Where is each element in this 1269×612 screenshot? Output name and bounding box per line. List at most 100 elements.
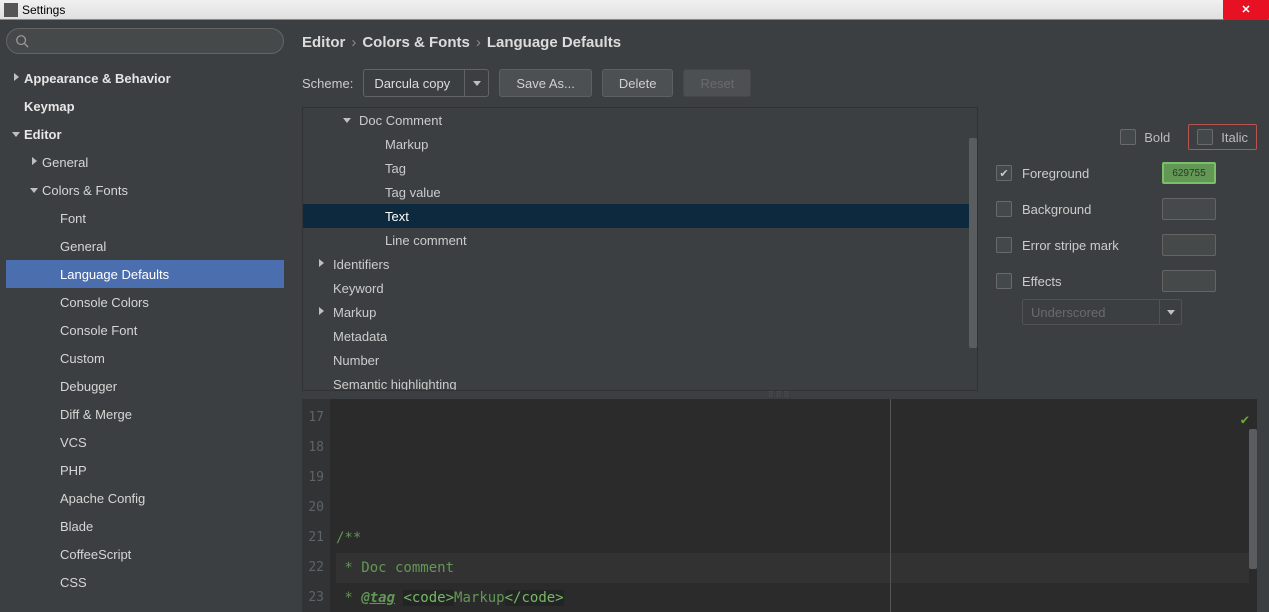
attr-item-keyword[interactable]: Keyword	[303, 276, 977, 300]
code-line: /**	[336, 523, 1249, 553]
attr-item-metadata[interactable]: Metadata	[303, 324, 977, 348]
effects-type-combo[interactable]: Underscored	[1022, 299, 1182, 325]
italic-highlight: Italic	[1188, 124, 1257, 150]
code-scrollbar-thumb[interactable]	[1249, 429, 1257, 569]
attr-item-identifiers[interactable]: Identifiers	[303, 252, 977, 276]
attr-item-semantic-highlighting[interactable]: Semantic highlighting	[303, 372, 977, 390]
tree-label: Editor	[24, 127, 62, 142]
search-icon	[15, 34, 29, 48]
chevron-down-icon	[339, 115, 355, 126]
line-number: 17	[302, 403, 324, 433]
foreground-color-swatch[interactable]: 629755	[1162, 162, 1216, 184]
attr-item-tag-value[interactable]: Tag value	[303, 180, 977, 204]
settings-tree: Appearance & Behavior Keymap Editor General…	[6, 64, 284, 612]
effects-checkbox[interactable]	[996, 273, 1012, 289]
bold-checkbox[interactable]	[1120, 129, 1136, 145]
tree-label: General	[42, 155, 88, 170]
background-checkbox[interactable]	[996, 201, 1012, 217]
attr-label: Markup	[385, 137, 428, 152]
sidebar-item-vcs[interactable]: VCS	[6, 428, 284, 456]
line-number: 19	[302, 463, 324, 493]
sidebar-item-coffeescript[interactable]: CoffeeScript	[6, 540, 284, 568]
sidebar-item-console-colors[interactable]: Console Colors	[6, 288, 284, 316]
tree-label: PHP	[60, 463, 87, 478]
italic-checkbox[interactable]	[1197, 129, 1213, 145]
tree-label: Apache Config	[60, 491, 145, 506]
attr-item-doc-comment[interactable]: Doc Comment	[303, 108, 977, 132]
effects-color-swatch[interactable]	[1162, 270, 1216, 292]
attr-label: Line comment	[385, 233, 467, 248]
attr-label: Metadata	[333, 329, 387, 344]
sidebar-item-editor[interactable]: Editor	[6, 120, 284, 148]
foreground-label: Foreground	[1022, 166, 1152, 181]
sidebar-item-language-defaults[interactable]: Language Defaults	[6, 260, 284, 288]
line-number: 21	[302, 523, 324, 553]
foreground-checkbox[interactable]	[996, 165, 1012, 181]
attr-item-text[interactable]: Text	[303, 204, 977, 228]
breadcrumb-langdefaults: Language Defaults	[487, 34, 621, 51]
close-button[interactable]: ✕	[1223, 0, 1269, 20]
code-lines[interactable]: ✔ /** * Doc comment * @tag <code>Markup<…	[330, 399, 1257, 612]
sidebar-item-debugger[interactable]: Debugger	[6, 372, 284, 400]
sidebar-item-php[interactable]: PHP	[6, 456, 284, 484]
breadcrumb-colors: Colors & Fonts	[362, 34, 470, 51]
search-input[interactable]	[6, 28, 284, 54]
app-icon	[4, 3, 18, 17]
line-number: 18	[302, 433, 324, 463]
window-titlebar: Settings ✕	[0, 0, 1269, 20]
breadcrumb: Editor › Colors & Fonts › Language Defau…	[302, 34, 1257, 51]
sidebar-item-appearance-behavior[interactable]: Appearance & Behavior	[6, 64, 284, 92]
tree-label: Font	[60, 211, 86, 226]
gutter: 17181920212223	[302, 399, 330, 612]
sidebar-item-apache-config[interactable]: Apache Config	[6, 484, 284, 512]
sidebar-item-console-font[interactable]: Console Font	[6, 316, 284, 344]
splitter-handle[interactable]: ⠿⠿⠿	[302, 391, 1257, 397]
line-number: 20	[302, 493, 324, 523]
combo-handle[interactable]	[464, 70, 488, 96]
code-preview: 17181920212223 ✔ /** * Doc comment * @ta…	[302, 399, 1257, 612]
tree-label: CSS	[60, 575, 87, 590]
reset-button[interactable]: Reset	[683, 69, 751, 97]
scrollbar-thumb[interactable]	[969, 138, 977, 348]
attr-label: Identifiers	[333, 257, 389, 272]
tree-label: Appearance & Behavior	[24, 71, 171, 86]
background-color-swatch[interactable]	[1162, 198, 1216, 220]
scheme-value: Darcula copy	[364, 76, 464, 91]
attr-item-line-comment[interactable]: Line comment	[303, 228, 977, 252]
window-title: Settings	[22, 3, 65, 17]
tree-label: Blade	[60, 519, 93, 534]
sidebar-item-colors-fonts[interactable]: Colors & Fonts	[6, 176, 284, 204]
chevron-down-icon	[473, 81, 481, 86]
delete-button[interactable]: Delete	[602, 69, 674, 97]
attr-label: Semantic highlighting	[333, 377, 457, 391]
attr-item-number[interactable]: Number	[303, 348, 977, 372]
sidebar-item-font[interactable]: Font	[6, 204, 284, 232]
errorstripe-label: Error stripe mark	[1022, 238, 1152, 253]
sidebar-item-keymap[interactable]: Keymap	[6, 92, 284, 120]
breadcrumb-editor: Editor	[302, 34, 345, 51]
line-number: 23	[302, 583, 324, 612]
errorstripe-color-swatch[interactable]	[1162, 234, 1216, 256]
chevron-down-icon	[8, 129, 24, 140]
right-margin-line	[890, 399, 891, 612]
code-line: * @tag <code>Markup</code>	[336, 583, 1249, 612]
tree-label: Keymap	[24, 99, 75, 114]
bold-label: Bold	[1144, 130, 1170, 145]
effects-label: Effects	[1022, 274, 1152, 289]
sidebar-item-general[interactable]: General	[6, 232, 284, 260]
attr-item-markup[interactable]: Markup	[303, 132, 977, 156]
sidebar-item-css[interactable]: CSS	[6, 568, 284, 596]
attr-item-tag[interactable]: Tag	[303, 156, 977, 180]
errorstripe-checkbox[interactable]	[996, 237, 1012, 253]
chevron-down-icon	[26, 185, 42, 196]
sidebar-item-diff-merge[interactable]: Diff & Merge	[6, 400, 284, 428]
attr-item-markup[interactable]: Markup	[303, 300, 977, 324]
attr-label: Markup	[333, 305, 376, 320]
sidebar-item-general[interactable]: General	[6, 148, 284, 176]
save-as-button[interactable]: Save As...	[499, 69, 592, 97]
sidebar-item-custom[interactable]: Custom	[6, 344, 284, 372]
attr-label: Tag	[385, 161, 406, 176]
attr-label: Tag value	[385, 185, 441, 200]
scheme-combo[interactable]: Darcula copy	[363, 69, 489, 97]
sidebar-item-blade[interactable]: Blade	[6, 512, 284, 540]
